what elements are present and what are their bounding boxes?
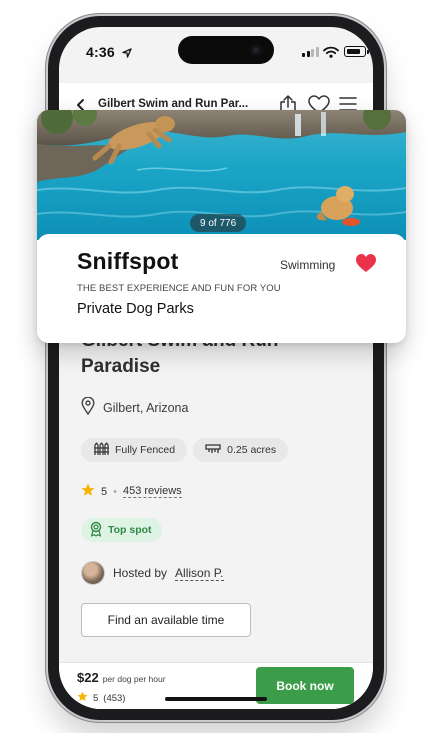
booking-rating-value: 5: [93, 692, 99, 704]
top-spot-badge: Top spot: [81, 518, 162, 542]
price-value: $22: [77, 670, 99, 685]
amenity-label: Fully Fenced: [115, 444, 176, 456]
amenity-label: 0.25 acres: [227, 444, 277, 456]
brand-name: Sniffspot: [77, 248, 179, 274]
rating-summary: 5 • 453 reviews: [81, 483, 182, 500]
book-now-button[interactable]: Book now: [256, 667, 354, 704]
separator-dot: •: [113, 485, 117, 498]
host-avatar[interactable]: [81, 561, 105, 585]
listing-location: Gilbert, Arizona: [81, 396, 189, 418]
listing-photo[interactable]: 9 of 776: [37, 110, 406, 240]
amenity-chip-acreage: 0.25 acres: [193, 438, 289, 462]
host-info: Hosted by Allison P.: [81, 561, 224, 585]
listing-card[interactable]: 9 of 776 Sniffspot Swimming THE BEST EXP…: [37, 110, 406, 343]
activity-label: Swimming: [280, 258, 336, 272]
host-name-link[interactable]: Allison P.: [175, 566, 224, 581]
tagline: THE BEST EXPERIENCE AND FUN FOR YOU: [77, 283, 281, 294]
price-unit: per dog per hour: [102, 674, 166, 684]
price-row: $22 per dog per hour: [77, 670, 166, 685]
booking-review-count: (453): [103, 692, 126, 704]
hosted-by-label: Hosted by: [113, 566, 168, 580]
home-indicator: [165, 697, 267, 701]
star-icon: [81, 483, 95, 500]
favorite-heart-filled-icon[interactable]: [355, 253, 377, 278]
badge-label: Top spot: [108, 524, 152, 536]
rating-value: 5: [101, 485, 108, 498]
card-body: Sniffspot Swimming THE BEST EXPERIENCE A…: [37, 234, 406, 343]
reviews-link[interactable]: 453 reviews: [122, 485, 182, 498]
fence-icon: [93, 441, 109, 459]
map-pin-icon: [81, 396, 95, 418]
booking-rating: 5 (453): [77, 691, 125, 705]
booking-bar: $22 per dog per hour 5 (453) Book now: [59, 662, 373, 709]
category-label: Private Dog Parks: [77, 301, 194, 317]
location-text: Gilbert, Arizona: [103, 400, 189, 415]
award-ribbon-icon: [89, 521, 103, 540]
ruler-icon: [205, 443, 221, 458]
find-available-time-button[interactable]: Find an available time: [81, 603, 251, 637]
star-icon: [77, 691, 88, 705]
amenity-chips: Fully Fenced 0.25 acres: [81, 438, 289, 462]
photo-counter: 9 of 776: [190, 214, 247, 232]
amenity-chip-fenced: Fully Fenced: [81, 438, 188, 462]
